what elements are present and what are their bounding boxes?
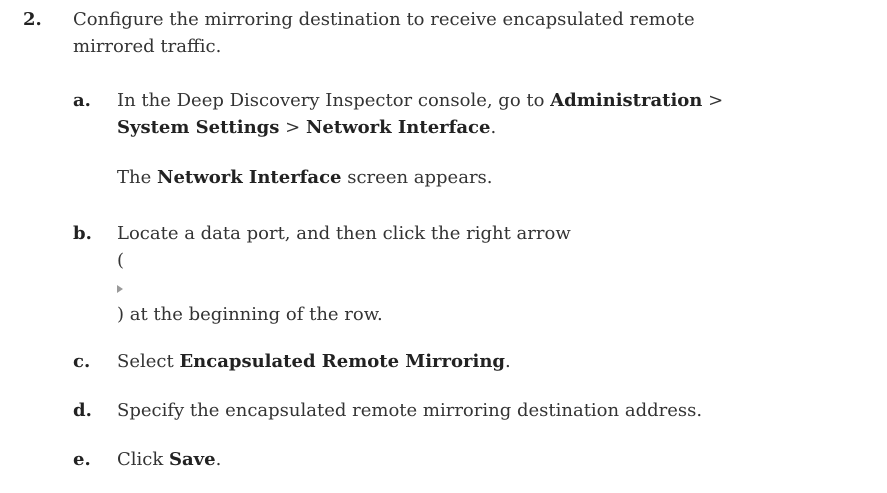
substep-a-note: The Network Interface screen appears. — [117, 164, 877, 191]
substep-body: Locate a data port, and then click the r… — [117, 220, 877, 328]
period: . — [215, 449, 222, 470]
step-text: Configure the mirroring destination to r… — [73, 6, 873, 60]
substep-body: Select Encapsulated Remote Mirroring. — [117, 348, 877, 375]
substep-a-line1: In the Deep Discovery Inspector console,… — [117, 87, 877, 114]
substep-a-prefix: In the Deep Discovery Inspector console,… — [117, 90, 551, 111]
substep-body: Specify the encapsulated remote mirrorin… — [117, 400, 703, 421]
document: 2. Configure the mirroring destination t… — [0, 0, 887, 493]
substep-b-line1: Locate a data port, and then click the r… — [117, 223, 571, 244]
select-prefix: Select — [117, 351, 180, 372]
breadcrumb-separator: > — [702, 90, 724, 111]
icon-row — [117, 274, 877, 301]
substep-letter: b. — [73, 223, 92, 244]
substep-body: Click Save. — [117, 446, 877, 473]
administration-label: Administration — [550, 90, 703, 111]
encapsulated-remote-mirroring-label: Encapsulated Remote Mirroring — [179, 351, 506, 372]
network-interface-label: Network Interface — [156, 167, 342, 188]
right-arrow-icon — [117, 285, 123, 293]
network-interface-label: Network Interface — [305, 117, 491, 138]
substep-letter: a. — [73, 90, 91, 111]
step-text-line1: Configure the mirroring destination to r… — [73, 9, 695, 30]
substep-body: In the Deep Discovery Inspector console,… — [117, 87, 877, 191]
substep-letter: e. — [73, 449, 91, 470]
system-settings-label: System Settings — [117, 117, 280, 138]
note-suffix: screen appears. — [341, 167, 493, 188]
substep-a-line2: System Settings > Network Interface. — [117, 114, 877, 141]
save-label: Save — [169, 449, 216, 470]
click-prefix: Click — [117, 449, 169, 470]
open-paren: ( — [117, 250, 125, 271]
breadcrumb-separator: > — [279, 117, 306, 138]
substep-letter: d. — [73, 400, 92, 421]
period: . — [490, 117, 497, 138]
note-prefix: The — [117, 167, 157, 188]
substep-b-line3: ) at the beginning of the row. — [117, 304, 383, 325]
step-text-line2: mirrored traffic. — [73, 36, 222, 57]
period: . — [505, 351, 511, 372]
substep-letter: c. — [73, 351, 91, 372]
step-number: 2. — [23, 9, 42, 30]
